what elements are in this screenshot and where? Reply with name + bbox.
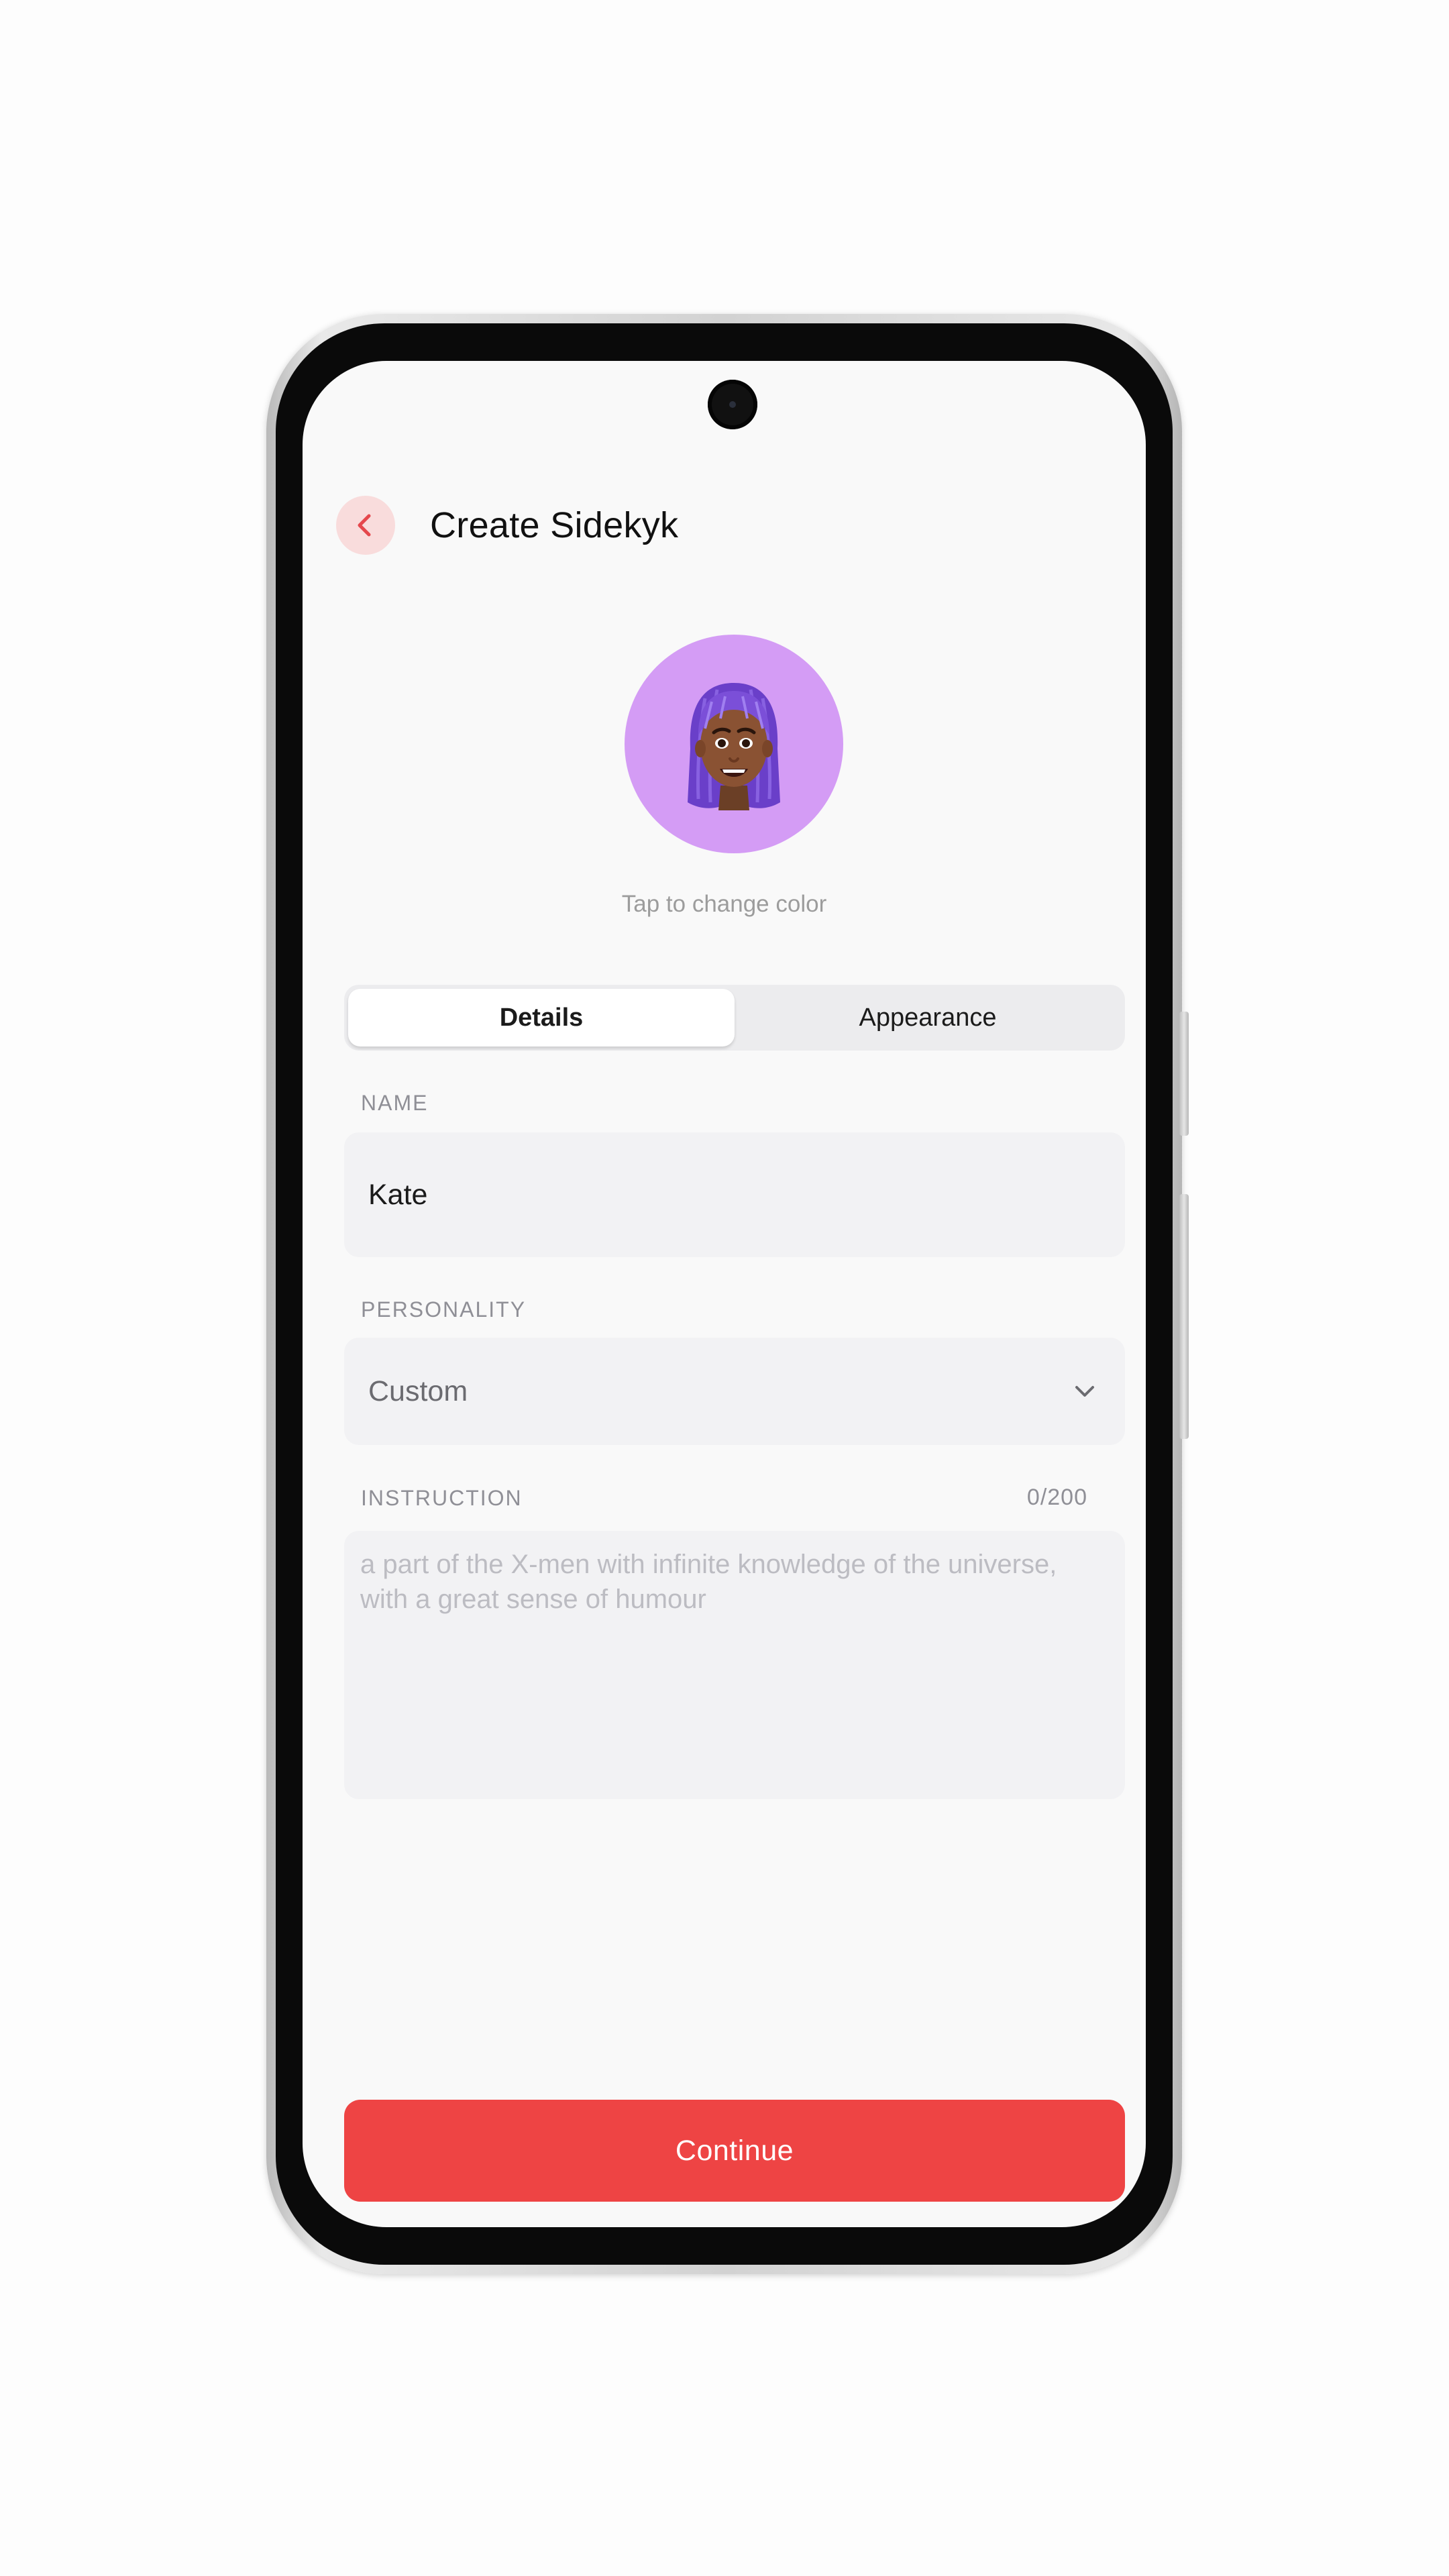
avatar-color-hint: Tap to change color: [621, 891, 827, 917]
page-title: Create Sidekyk: [430, 505, 679, 545]
avatar[interactable]: [625, 635, 843, 853]
chevron-down-icon: [1075, 1386, 1094, 1397]
instruction-label: INSTRUCTION: [361, 1486, 523, 1510]
phone-frame: Create Sidekyk Tap to change color Detai…: [266, 314, 1189, 2274]
chevron-left-icon: [358, 514, 371, 537]
tab-appearance[interactable]: Appearance: [735, 989, 1121, 1046]
tab-details[interactable]: Details: [348, 989, 735, 1046]
name-value: Kate: [368, 1178, 428, 1211]
phone-bezel: Create Sidekyk Tap to change color Detai…: [276, 323, 1173, 2265]
continue-button[interactable]: Continue: [344, 2100, 1125, 2202]
personality-label: PERSONALITY: [361, 1297, 527, 1322]
back-button[interactable]: [336, 496, 395, 555]
tab-bar: Details Appearance: [344, 985, 1125, 1051]
name-input[interactable]: Kate: [344, 1132, 1125, 1257]
volume-button: [1179, 1012, 1189, 1136]
memoji-avatar-icon: [688, 683, 780, 810]
name-label: NAME: [361, 1091, 429, 1115]
instruction-char-counter: 0/200: [1026, 1485, 1087, 1510]
front-camera: [708, 380, 757, 429]
personality-value: Custom: [368, 1375, 468, 1407]
personality-select[interactable]: Custom: [344, 1338, 1125, 1445]
power-button: [1179, 1194, 1189, 1439]
header: Create Sidekyk: [336, 495, 1074, 555]
app-screen: Create Sidekyk Tap to change color Detai…: [303, 361, 1146, 2227]
instruction-placeholder: a part of the X-men with infinite knowle…: [360, 1550, 1057, 1614]
instruction-textarea[interactable]: a part of the X-men with infinite knowle…: [344, 1531, 1125, 1799]
